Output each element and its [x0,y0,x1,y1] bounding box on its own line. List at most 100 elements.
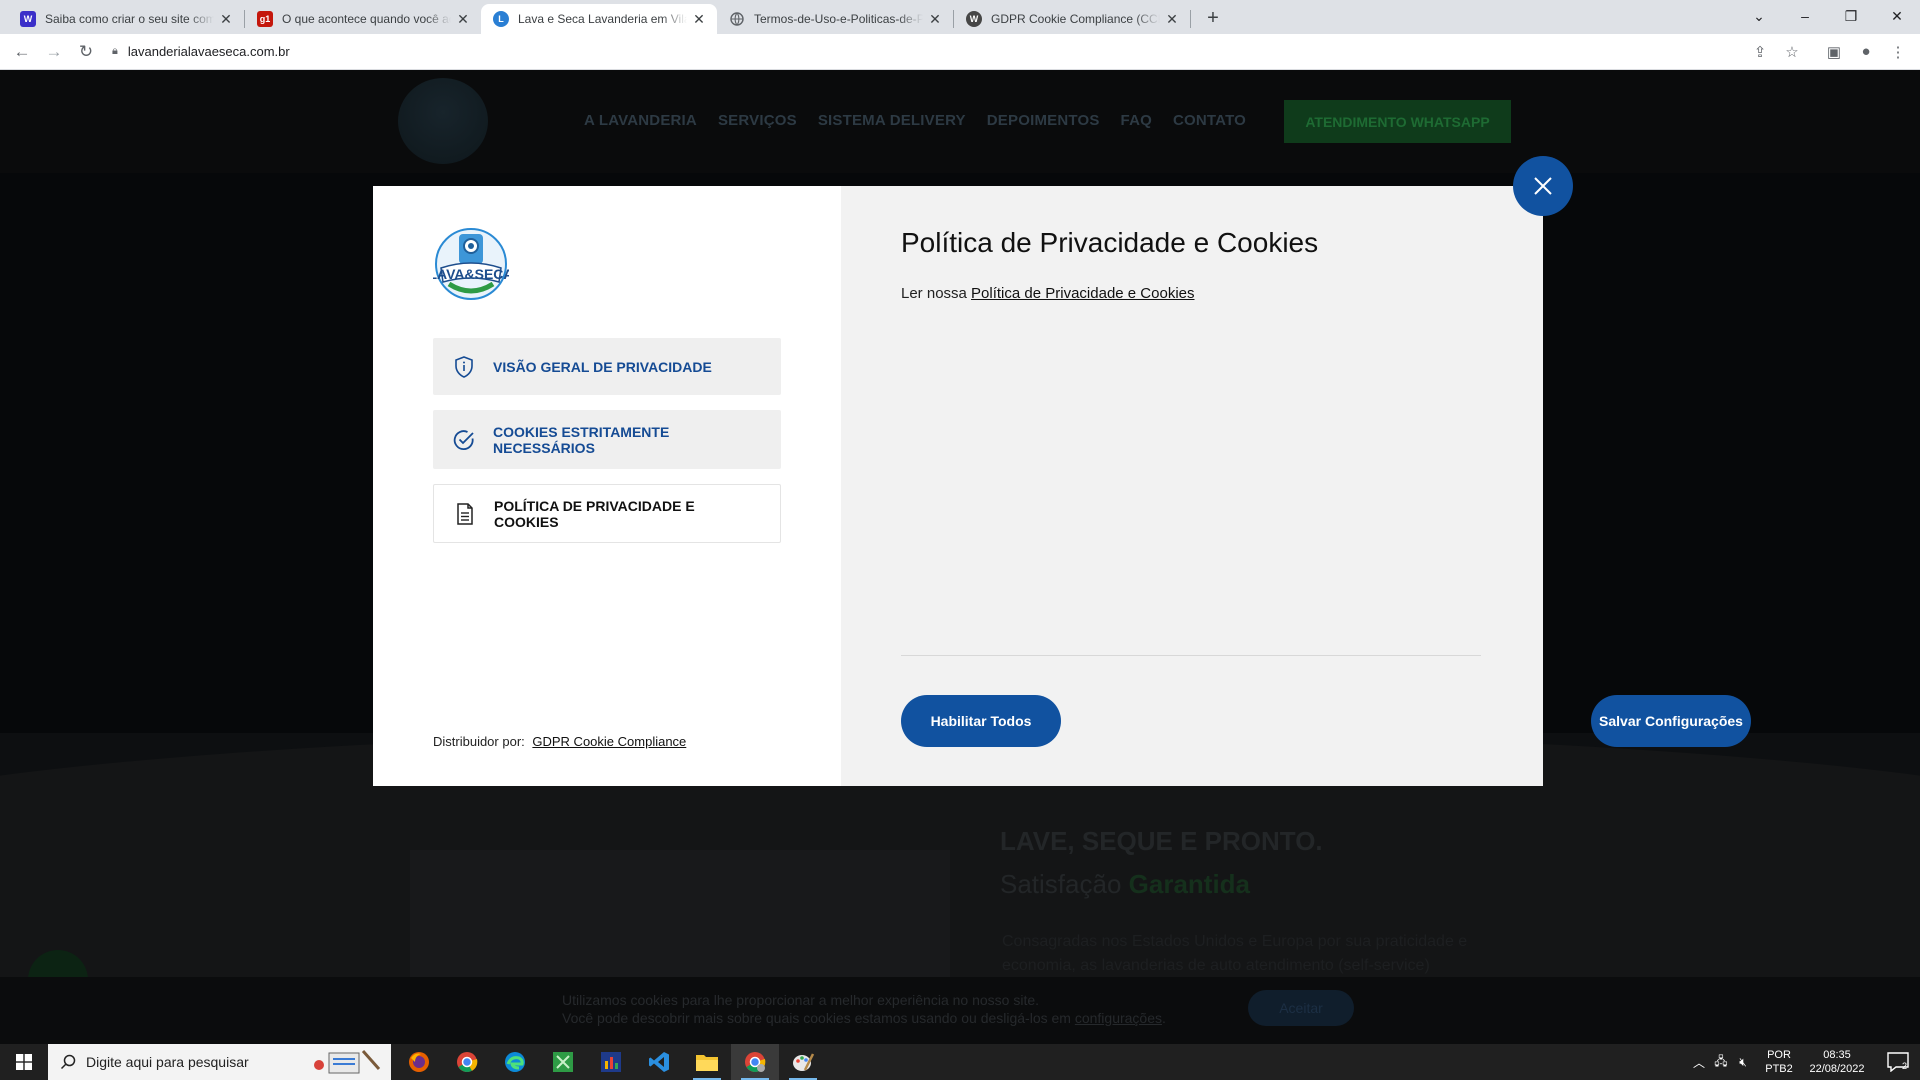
search-icon [60,1054,76,1070]
nav-item[interactable]: DEPOIMENTOS [987,112,1100,129]
start-button[interactable] [0,1044,48,1080]
edge-icon[interactable] [491,1044,539,1080]
restore-button[interactable]: ❐ [1828,8,1874,25]
save-settings-button[interactable]: Salvar Configurações [1591,695,1751,747]
browser-tab[interactable]: W GDPR Cookie Compliance (CCPA ✕ [954,4,1190,34]
tab-search-icon[interactable]: ⌄ [1736,8,1782,25]
reload-button[interactable]: ↻ [70,38,102,66]
new-tab-button[interactable]: + [1199,4,1227,32]
tab-label: POLÍTICA DE PRIVACIDADE E COOKIES [494,497,695,530]
nav-item[interactable]: A LAVANDERIA [584,112,697,129]
desc-prefix: Ler nossa [901,285,967,302]
clock[interactable]: 08:35 22/08/2022 [1798,1048,1876,1076]
input-language[interactable]: POR PTB2 [1760,1048,1798,1076]
tab-privacy-policy[interactable]: POLÍTICA DE PRIVACIDADE E COOKIES [433,484,781,543]
site-logo[interactable] [398,78,488,164]
bookmark-star-icon[interactable]: ☆ [1776,43,1808,61]
browser-tab[interactable]: W Saiba como criar o seu site com a ✕ [8,4,244,34]
windows-taskbar: Digite aqui para pesquisar ︿ 🖧︎ 🔇︎ POR P… [0,1044,1920,1080]
shield-icon [453,355,475,378]
tab-title: Lava e Seca Lavanderia em Vila V [518,12,687,26]
notification-icon: 2 [1887,1052,1909,1072]
minimize-button[interactable]: – [1782,8,1828,24]
vscode-icon[interactable] [635,1044,683,1080]
browser-tab[interactable]: Termos-de-Uso-e-Politicas-de-Pri ✕ [717,4,953,34]
tab-title: GDPR Cookie Compliance (CCPA [991,12,1160,26]
firefox-icon[interactable] [395,1044,443,1080]
network-icon[interactable]: 🖧︎ [1710,1052,1732,1073]
address-bar[interactable]: 🔒︎ lavanderialavaeseca.com.br [102,38,1744,66]
browser-tab-active[interactable]: L Lava e Seca Lavanderia em Vila V ✕ [481,4,717,34]
privacy-tabs: VISÃO GERAL DE PRIVACIDADE COOKIES ESTRI… [433,338,781,558]
body-text: Consagradas nos Estados Unidos e Europa … [1002,933,1468,974]
taskbar-search[interactable]: Digite aqui para pesquisar [48,1044,391,1080]
nav-item[interactable]: SISTEMA DELIVERY [818,112,966,129]
back-button[interactable]: ← [6,38,38,66]
site-navigation: A LAVANDERIA SERVIÇOS SISTEMA DELIVERY D… [584,112,1246,129]
tab-title: Saiba como criar o seu site com a [45,12,214,26]
nav-item[interactable]: FAQ [1121,112,1152,129]
volume-muted-icon[interactable]: 🔇︎ [1732,1055,1754,1070]
cookie-settings-link[interactable]: configurações [1075,1010,1162,1026]
close-window-button[interactable]: ✕ [1874,8,1920,25]
powered-by-label: Distribuidor por: [433,734,525,749]
check-circle-icon [453,429,475,451]
cookie-line2: Você pode descobrir mais sobre quais coo… [562,1010,1071,1026]
close-tab-icon[interactable]: ✕ [691,11,707,28]
paint-app-icon[interactable] [779,1044,827,1080]
svg-text:LAVA&SECA: LAVA&SECA [433,266,509,282]
search-placeholder: Digite aqui para pesquisar [86,1054,249,1070]
menu-kebab-icon[interactable]: ⋮ [1882,43,1914,61]
cookie-notice-text: Utilizamos cookies para lhe proporcionar… [562,992,1166,1026]
g1-icon: g1 [257,11,273,27]
nav-item[interactable]: CONTATO [1173,112,1246,129]
tab-strictly-necessary[interactable]: COOKIES ESTRITAMENTE NECESSÁRIOS [433,410,781,469]
whatsapp-button[interactable]: ATENDIMENTO WHATSAPP [1284,100,1511,143]
modal-content-panel: Política de Privacidade e Cookies Ler no… [841,186,1751,786]
wordpress-icon: W [966,11,982,27]
enable-all-button[interactable]: Habilitar Todos [901,695,1061,747]
tab-label: VISÃO GERAL DE PRIVACIDADE [493,358,712,375]
system-tray: ︿ 🖧︎ 🔇︎ POR PTB2 08:35 22/08/2022 2 [1688,1044,1920,1080]
notification-count: 2 [1902,1061,1907,1071]
close-tab-icon[interactable]: ✕ [455,11,471,28]
lock-icon[interactable]: 🔒︎ [112,45,118,58]
close-tab-icon[interactable]: ✕ [927,11,943,28]
powered-by: Distribuidor por: GDPR Cookie Compliance [433,734,686,749]
window-controls: ⌄ – ❐ ✕ [1736,0,1920,32]
windows-logo-icon [16,1054,32,1070]
footer-divider [901,655,1481,656]
share-icon[interactable]: ⇪ [1744,43,1776,61]
browser-tab[interactable]: g1 O que acontece quando você aceita ✕ [245,4,481,34]
tab-separator [1190,10,1191,28]
modal-sidebar: LAVA&SECA VISÃO GERAL DE PRIVACIDADE COO… [373,186,841,786]
close-tab-icon[interactable]: ✕ [218,11,234,28]
forward-button[interactable]: → [38,38,70,66]
guaranteed-text: Garantida [1128,869,1251,899]
notifications-button[interactable]: 2 [1876,1052,1920,1072]
privacy-policy-link[interactable]: Política de Privacidade e Cookies [971,285,1194,302]
tab-privacy-overview[interactable]: VISÃO GERAL DE PRIVACIDADE [433,338,781,395]
clock-date: 22/08/2022 [1809,1063,1865,1075]
lang-top: POR [1767,1049,1791,1061]
chrome-profile-icon[interactable] [731,1044,779,1080]
file-explorer-icon[interactable] [683,1044,731,1080]
hero-heading: LAVE, SEQUE E PRONTO. Satisfação Garanti… [1000,826,1323,900]
side-panel-icon[interactable]: ▣ [1818,43,1850,61]
profile-avatar-icon[interactable]: ● [1850,43,1882,60]
close-tab-icon[interactable]: ✕ [1164,11,1180,28]
close-modal-button[interactable] [1513,156,1573,216]
lavaeseca-logo: LAVA&SECA [428,226,514,302]
stats-app-icon[interactable] [587,1044,635,1080]
powered-by-link[interactable]: GDPR Cookie Compliance [532,734,686,749]
accept-cookies-button[interactable]: Aceitar [1248,990,1354,1026]
spreadsheet-app-icon[interactable] [539,1044,587,1080]
document-icon [454,502,476,525]
lavaeseca-icon: L [493,11,509,27]
cookie-notice-bar: Utilizamos cookies para lhe proporcionar… [0,977,1920,1044]
show-hidden-icons-icon[interactable]: ︿ [1688,1054,1710,1071]
nav-item[interactable]: SERVIÇOS [718,112,797,129]
site-header: A LAVANDERIA SERVIÇOS SISTEMA DELIVERY D… [0,70,1920,173]
modal-title: Política de Privacidade e Cookies [901,227,1319,258]
chrome-icon[interactable] [443,1044,491,1080]
